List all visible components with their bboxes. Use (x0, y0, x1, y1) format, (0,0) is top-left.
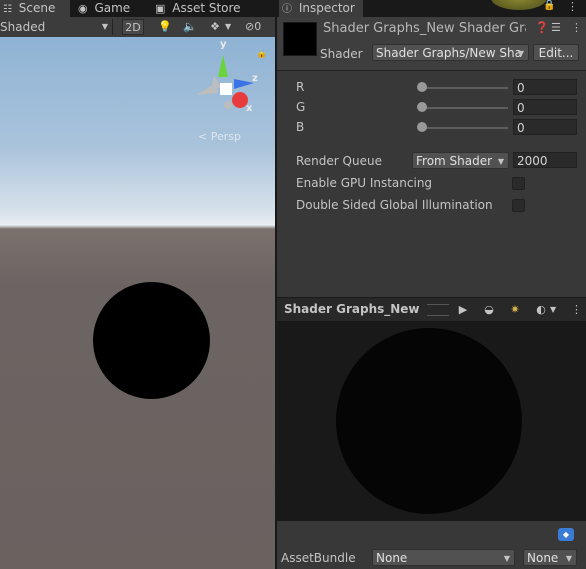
hidden-objects-toggle[interactable]: ⊘0 (245, 19, 275, 35)
preview-area[interactable] (277, 321, 586, 521)
assetbundle-dropdown[interactable]: None ▼ (372, 549, 515, 566)
gizmo-negz-sphere[interactable] (224, 101, 232, 109)
menu-dots-icon[interactable]: ⋮ (567, 0, 578, 13)
settings-sliders-icon[interactable]: ☰ (551, 21, 561, 34)
double-sided-gi-label: Double Sided Global Illumination (296, 198, 493, 212)
lock-icon[interactable]: 🔒 (256, 49, 267, 59)
chevron-down-icon: ▼ (517, 49, 524, 58)
orientation-gizmo[interactable]: y z x (190, 39, 265, 123)
shader-edit-label: Edit... (538, 46, 574, 60)
material-thumbnail (283, 22, 317, 56)
store-bag-icon: ▣ (155, 2, 166, 15)
render-queue-mode: From Shader (416, 154, 493, 168)
draw-mode-dropdown[interactable]: Shaded ▼ (0, 19, 113, 35)
preview-mesh-chevron-down-icon[interactable]: ▼ (550, 302, 556, 318)
scene-tab-icon: ☷ (3, 4, 12, 15)
inspector-header: Shader Graphs_New Shader Graph ❓ ☰ ⋮ Sha… (277, 17, 586, 71)
overflow-menu-icon[interactable]: ⋮ (571, 21, 582, 34)
tab-game-label: Game (94, 1, 131, 15)
render-queue-field[interactable]: 2000 (513, 152, 577, 168)
slider-r-track[interactable] (420, 87, 508, 89)
slider-b-knob[interactable] (417, 122, 427, 132)
tab-game[interactable]: ◉ Game (78, 0, 138, 17)
tab-asset-store-label: Asset Store (172, 1, 241, 15)
tab-scene-label: Scene (18, 1, 56, 15)
hidden-count: 0 (254, 20, 262, 33)
eye-slash-icon: ⊘ (245, 20, 255, 33)
slider-g-track[interactable] (420, 107, 508, 109)
play-icon[interactable]: ▶ (454, 302, 472, 318)
chevron-down-icon: ▼ (497, 157, 504, 166)
shader-edit-button[interactable]: Edit... (533, 44, 579, 61)
assetbundle-variant-dropdown[interactable]: None ▼ (523, 549, 577, 566)
tab-inspector-label: Inspector (298, 1, 355, 15)
scene-viewport[interactable]: y z x 🔒 < Persp (0, 37, 275, 569)
render-queue-dropdown[interactable]: From Shader ▼ (412, 152, 509, 169)
preview-menu-dots-icon[interactable]: ⋮ (571, 302, 582, 318)
gpu-instancing-label: Enable GPU Instancing (296, 176, 433, 190)
property-g-field[interactable]: 0 (513, 99, 577, 115)
toggle-2d-button[interactable]: 2D (122, 19, 144, 35)
gizmo-z-cone[interactable] (234, 79, 254, 89)
tab-asset-store[interactable]: ▣ Asset Store (155, 0, 255, 17)
black-sphere-object[interactable] (93, 282, 210, 399)
assetbundle-value: None (376, 551, 408, 565)
preview-sphere-icon[interactable]: ◒ (480, 302, 498, 318)
assetbundle-bar: ◆ AssetBundle None ▼ None ▼ (277, 521, 586, 569)
property-r-field[interactable]: 0 (513, 79, 577, 95)
tab-scene[interactable]: ☷ Scene (0, 0, 70, 17)
scene-tab-bar: ☷ Scene ◉ Game ▣ Asset Store (0, 0, 275, 17)
render-queue-label: Render Queue (296, 154, 382, 168)
chevron-down-icon: ▼ (503, 554, 510, 563)
draw-mode-label: Shaded (0, 20, 46, 34)
preview-sphere (336, 328, 522, 514)
assetbundle-label: AssetBundle (281, 551, 356, 565)
property-b-field[interactable]: 0 (513, 119, 577, 135)
preview-drag-handle[interactable] (427, 304, 449, 316)
preview-header: Shader Graphs_New Sha ▶ ◒ ✷ ◐ ▼ ⋮ (277, 297, 586, 322)
double-sided-gi-checkbox[interactable] (512, 199, 525, 212)
gpu-instancing-checkbox[interactable] (512, 177, 525, 190)
gizmo-z-label: z (252, 73, 258, 84)
inspector-tab-bar: ⓘ Inspector 🔒 ⋮ (277, 0, 586, 17)
material-title: Shader Graphs_New Shader Graph (323, 21, 526, 36)
help-icon[interactable]: ❓ (535, 21, 549, 34)
gizmo-x-label: x (246, 103, 253, 114)
audio-toggle-icon[interactable]: 🔈 (181, 19, 199, 35)
toggle-2d-label: 2D (125, 21, 141, 34)
info-icon: ⓘ (282, 4, 292, 15)
avatar-blob (491, 0, 547, 10)
preview-lights-icon[interactable]: ✷ (506, 302, 524, 318)
gizmo-center-cube[interactable] (220, 83, 232, 95)
property-g-label: G (296, 100, 306, 114)
preview-mesh-icon[interactable]: ◐ (532, 302, 550, 318)
assetbundle-variant-value: None (527, 551, 559, 565)
label-tag-icon[interactable]: ◆ (558, 528, 574, 541)
gizmo-y-cone[interactable] (218, 55, 228, 77)
tab-inspector[interactable]: ⓘ Inspector (279, 0, 363, 17)
shader-dropdown-value: Shader Graphs/New Sha (376, 46, 522, 60)
preview-title: Shader Graphs_New Sha (284, 302, 424, 316)
lock-icon-inspector[interactable]: 🔒 (543, 0, 555, 11)
scene-panel: ☷ Scene ◉ Game ▣ Asset Store Shaded ▼ 2D… (0, 0, 275, 569)
shader-label: Shader (320, 47, 363, 61)
chevron-down-icon: ▼ (101, 22, 108, 31)
slider-r-knob[interactable] (417, 82, 427, 92)
effects-toggle-icon[interactable]: ❖ (206, 19, 224, 35)
slider-b-track[interactable] (420, 127, 508, 129)
slider-g-knob[interactable] (417, 102, 427, 112)
shader-dropdown[interactable]: Shader Graphs/New Sha ▼ (372, 44, 529, 61)
gamepad-icon: ◉ (78, 2, 88, 15)
property-b-label: B (296, 120, 305, 134)
inspector-panel: ⓘ Inspector 🔒 ⋮ Shader Graphs_New Shader… (277, 0, 586, 569)
property-r-label: R (296, 80, 305, 94)
persp-label[interactable]: < Persp (198, 130, 241, 143)
chevron-down-icon: ▼ (565, 554, 572, 563)
lighting-toggle-icon[interactable]: 💡 (156, 19, 174, 35)
gizmo-y-label: y (220, 39, 227, 50)
scene-toolbar: Shaded ▼ 2D 💡 🔈 ❖ ▼ ⊘0 (0, 17, 275, 38)
effects-chevron-down-icon[interactable]: ▼ (225, 19, 235, 35)
